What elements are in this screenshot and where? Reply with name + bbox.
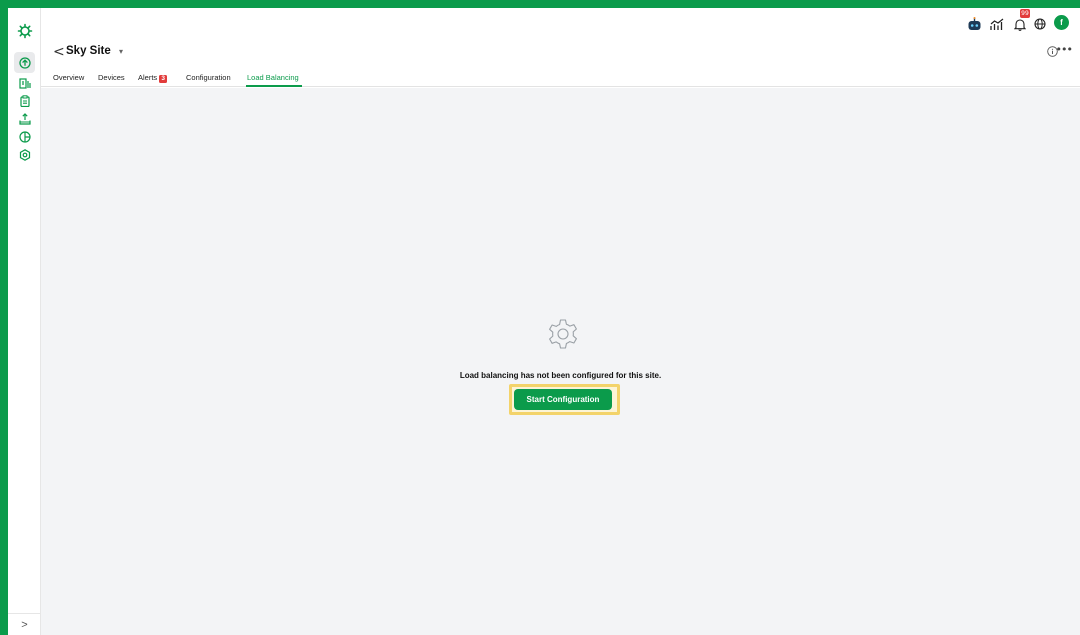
analytics-icon[interactable] [989,16,1005,32]
active-tab-indicator [246,85,302,87]
site-header: < Sky Site ▾ ••• [41,39,1080,65]
tab-load-balancing[interactable]: Load Balancing [247,73,299,83]
site-title[interactable]: Sky Site [66,43,111,59]
dashboard-icon[interactable] [14,52,35,73]
tab-load-balancing-label: Load Balancing [247,73,299,82]
tab-overview-label: Overview [53,73,85,82]
alerts-count-badge: 3 [159,75,168,83]
sidebar-expand-button[interactable]: > [8,613,41,635]
app-logo-icon[interactable] [14,20,35,41]
main-content: Load balancing has not been configured f… [41,88,1080,635]
more-options-icon[interactable]: ••• [1056,42,1073,58]
assistant-bot-icon[interactable] [966,16,982,32]
tab-configuration-label: Configuration [186,73,231,82]
caret-down-icon[interactable]: ▾ [119,45,123,59]
tab-alerts-label: Alerts [138,73,158,82]
avatar-initial: f [1060,18,1063,27]
settings-icon[interactable] [14,144,35,165]
tab-alerts[interactable]: Alerts 3 [138,73,168,83]
sidebar: > [8,8,41,635]
top-bar: 99 f [41,8,1080,39]
globe-icon[interactable] [1032,16,1048,32]
empty-state-message: Load balancing has not been configured f… [459,371,662,380]
back-button[interactable]: < [53,44,65,60]
tab-configuration[interactable]: Configuration [186,73,231,83]
tab-bar: Overview Devices Alerts 3 Configuration L… [41,65,1080,87]
notification-count-badge: 99 [1020,9,1030,18]
chevron-right-icon: > [21,618,28,631]
user-avatar[interactable]: f [1054,15,1069,30]
start-configuration-button[interactable]: Start Configuration [514,389,612,410]
tab-devices-label: Devices [98,73,125,82]
tab-overview[interactable]: Overview [53,73,84,83]
gear-outline-icon [549,319,577,349]
tab-devices[interactable]: Devices [98,73,125,83]
notifications-bell-icon[interactable]: 99 [1012,9,1030,32]
app-frame: > 99 f < Sky Site ▾ ••• Overview Devices… [8,8,1080,635]
